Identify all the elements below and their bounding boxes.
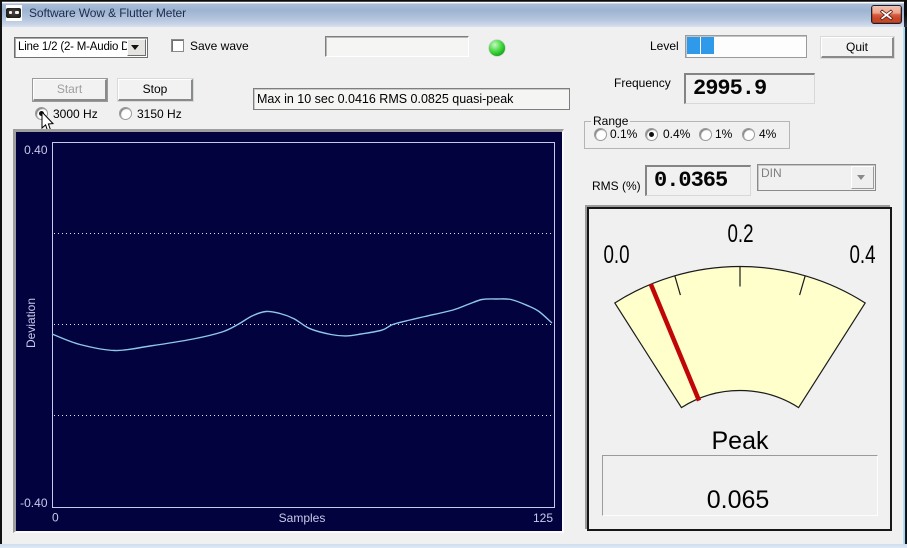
svg-text:0: 0 — [52, 511, 59, 525]
svg-text:Deviation: Deviation — [24, 298, 38, 348]
svg-text:-0.40: -0.40 — [20, 496, 48, 510]
svg-text:125: 125 — [533, 511, 553, 525]
svg-text:Samples: Samples — [279, 511, 326, 525]
svg-text:0.40: 0.40 — [24, 143, 48, 157]
